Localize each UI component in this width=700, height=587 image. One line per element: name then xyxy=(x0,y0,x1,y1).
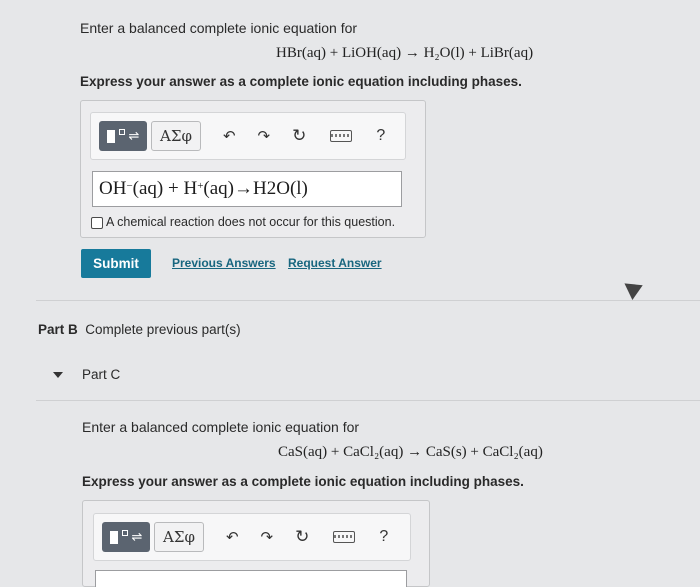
help-icon[interactable]: ? xyxy=(379,528,388,546)
template-superscript-icon xyxy=(118,129,125,135)
part-a-answer-input[interactable]: OH − (aq) + H + (aq)→H2O(l) xyxy=(92,171,402,207)
equilibrium-arrow-icon: ⇌ xyxy=(128,128,140,144)
part-c-instruction: Express your answer as a complete ionic … xyxy=(82,474,524,489)
submit-button[interactable]: Submit xyxy=(81,249,151,278)
answer-oh-term: OH xyxy=(99,178,127,199)
undo-icon[interactable]: ↶ xyxy=(226,528,239,546)
part-b-header: Part B Complete previous part(s) xyxy=(38,322,241,337)
part-a-prompt: Enter a balanced complete ionic equation… xyxy=(80,20,358,36)
section-divider xyxy=(36,300,700,301)
part-c-divider xyxy=(36,400,700,401)
undo-icon[interactable]: ↶ xyxy=(223,127,236,145)
part-a-equation: HBr(aq) + LiOH(aq) → H₂O(l) + LiBr(aq) xyxy=(276,45,534,61)
answer-oh-charge: − xyxy=(126,180,133,192)
redo-icon[interactable]: ↷ xyxy=(261,528,274,546)
templates-button[interactable]: ⇌ xyxy=(99,121,147,151)
part-a-toolbar: ⇌ ΑΣφ ↶ ↷ ↻ ? xyxy=(90,112,406,160)
part-a-instruction: Express your answer as a complete ionic … xyxy=(80,74,522,89)
part-b-label: Part B xyxy=(38,322,78,337)
redo-icon[interactable]: ↷ xyxy=(258,127,271,145)
greek-symbols-button[interactable]: ΑΣφ xyxy=(151,121,201,151)
help-icon[interactable]: ? xyxy=(376,127,385,145)
templates-button[interactable]: ⇌ xyxy=(102,522,150,552)
template-block-icon xyxy=(106,129,115,143)
part-c-prompt: Enter a balanced complete ionic equation… xyxy=(82,419,360,435)
part-c-answer-input[interactable] xyxy=(95,570,407,587)
keyboard-icon[interactable] xyxy=(330,130,353,142)
part-c-toolbar: ⇌ ΑΣφ ↶ ↷ ↻ ? xyxy=(93,513,411,561)
template-superscript-icon xyxy=(121,530,128,536)
no-reaction-label: A chemical reaction does not occur for t… xyxy=(106,215,396,229)
greek-symbols-button[interactable]: ΑΣφ xyxy=(154,522,204,552)
answer-rest: (aq)→H2O(l) xyxy=(203,178,308,199)
equilibrium-arrow-icon: ⇌ xyxy=(131,529,143,545)
mouse-cursor-icon xyxy=(619,276,643,300)
answer-h-charge: + xyxy=(197,180,204,192)
part-c-label[interactable]: Part C xyxy=(82,367,120,382)
no-reaction-checkbox[interactable] xyxy=(91,217,103,229)
part-c-equation: CaS(aq) + CaCl₂(aq) → CaS(s) + CaCl₂(aq) xyxy=(278,444,543,460)
template-block-icon xyxy=(109,530,118,544)
keyboard-icon[interactable] xyxy=(333,531,356,543)
answer-oh-phase: (aq) + H xyxy=(132,178,198,199)
reset-icon[interactable]: ↻ xyxy=(295,527,309,547)
request-answer-link[interactable]: Request Answer xyxy=(288,256,382,270)
reset-icon[interactable]: ↻ xyxy=(292,126,306,146)
previous-answers-link[interactable]: Previous Answers xyxy=(172,256,276,270)
part-b-text: Complete previous part(s) xyxy=(85,322,241,337)
collapse-caret-icon[interactable] xyxy=(53,372,63,378)
